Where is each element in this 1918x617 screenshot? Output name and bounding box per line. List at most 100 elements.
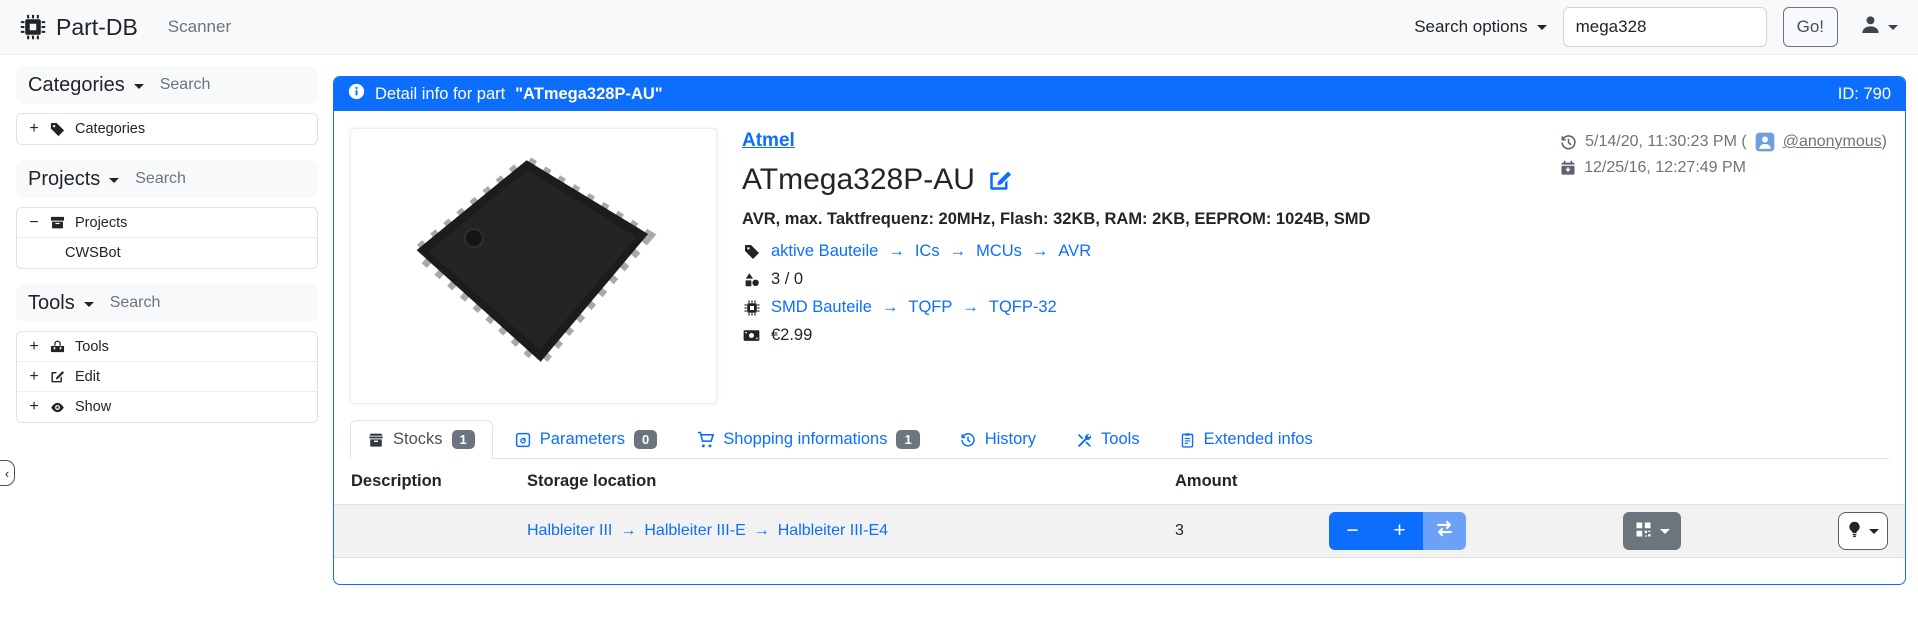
sidebar: Categories + Categories Projects bbox=[16, 66, 318, 438]
tag-icon bbox=[742, 244, 761, 260]
tools-icon bbox=[1076, 432, 1092, 448]
tree-item-show[interactable]: + Show bbox=[17, 392, 317, 422]
toolbox-icon bbox=[50, 339, 65, 354]
storage-location-link[interactable]: Halbleiter III-E4 bbox=[778, 522, 888, 540]
description-lead: AVR, bbox=[742, 210, 780, 228]
footprint-link[interactable]: SMD Bauteile bbox=[771, 298, 872, 317]
tab-shopping-informations[interactable]: Shopping informations 1 bbox=[679, 420, 937, 459]
led-locate-dropdown[interactable] bbox=[1838, 512, 1888, 550]
column-header-amount: Amount bbox=[1175, 472, 1329, 491]
projects-search-input[interactable] bbox=[135, 170, 285, 188]
search-go-button[interactable]: Go! bbox=[1783, 7, 1838, 47]
edit-part-icon[interactable] bbox=[988, 168, 1012, 192]
tree-item-label: Edit bbox=[75, 369, 100, 385]
modified-timestamp: 5/14/20, 11:30:23 PM ( bbox=[1585, 133, 1747, 151]
category-link[interactable]: AVR bbox=[1058, 242, 1091, 261]
category-breadcrumb: aktive Bauteile → ICs → MCUs → AVR bbox=[742, 242, 1370, 261]
tab-tools[interactable]: Tools bbox=[1058, 420, 1158, 459]
tab-stocks[interactable]: Stocks 1 bbox=[350, 420, 493, 459]
chip-photo-graphic bbox=[384, 146, 684, 386]
tools-dropdown[interactable]: Tools bbox=[28, 292, 94, 315]
expand-icon[interactable]: + bbox=[28, 368, 40, 386]
history-icon bbox=[960, 432, 976, 448]
categories-search-input[interactable] bbox=[160, 76, 310, 94]
move-stock-button[interactable] bbox=[1423, 512, 1466, 550]
withdraw-stock-button[interactable]: − bbox=[1329, 512, 1376, 550]
part-detail-header: Detail info for part "ATmega328P-AU" ID:… bbox=[334, 77, 1905, 111]
projects-dropdown[interactable]: Projects bbox=[28, 168, 119, 191]
arrow-icon: → bbox=[754, 522, 770, 540]
tree-item-edit[interactable]: + Edit bbox=[17, 362, 317, 392]
modified-user-link[interactable]: @anonymous bbox=[1783, 133, 1882, 150]
category-link[interactable]: aktive Bauteile bbox=[771, 242, 878, 261]
arrow-icon: → bbox=[962, 298, 979, 317]
tree-item-label: CWSBot bbox=[65, 245, 121, 261]
tree-item-tools[interactable]: + Tools bbox=[17, 332, 317, 362]
microchip-icon bbox=[742, 300, 761, 316]
avatar-icon[interactable] bbox=[1755, 132, 1775, 152]
label-generator-dropdown[interactable] bbox=[1623, 512, 1681, 550]
tab-extended-infos[interactable]: Extended infos bbox=[1162, 420, 1331, 459]
tree-item-label: Show bbox=[75, 399, 111, 415]
sidebar-collapse-handle[interactable]: ‹ bbox=[0, 460, 15, 486]
chevron-down-icon bbox=[84, 302, 94, 307]
arrow-icon: → bbox=[1032, 242, 1049, 261]
category-link[interactable]: ICs bbox=[915, 242, 940, 261]
user-menu-dropdown[interactable] bbox=[1860, 14, 1898, 40]
storage-location-link[interactable]: Halbleiter III-E bbox=[644, 522, 745, 540]
stock-amount: 3 bbox=[1175, 522, 1329, 540]
arrow-icon: → bbox=[950, 242, 967, 261]
storage-location-link[interactable]: Halbleiter III bbox=[527, 522, 612, 540]
parameters-icon bbox=[515, 432, 531, 448]
header-part-name: "ATmega328P-AU" bbox=[515, 85, 662, 104]
part-id: ID: 790 bbox=[1838, 85, 1891, 104]
created-timestamp: 12/25/16, 12:27:49 PM bbox=[1584, 159, 1746, 177]
tree-item-categories[interactable]: + Categories bbox=[17, 114, 317, 144]
part-name-title: ATmega328P-AU bbox=[742, 163, 975, 197]
stock-row: Halbleiter III → Halbleiter III-E → Halb… bbox=[334, 505, 1905, 558]
chevron-down-icon bbox=[1660, 529, 1670, 534]
tab-badge: 1 bbox=[452, 430, 475, 449]
price-line: €2.99 bbox=[742, 326, 1370, 345]
expand-icon[interactable]: + bbox=[28, 120, 40, 138]
category-link[interactable]: MCUs bbox=[976, 242, 1022, 261]
app-brand[interactable]: Part-DB bbox=[20, 14, 138, 41]
plus-icon: + bbox=[1393, 519, 1405, 543]
stock-adjust-group: − + bbox=[1329, 512, 1466, 550]
tab-history[interactable]: History bbox=[942, 420, 1054, 459]
footprint-link[interactable]: TQFP bbox=[908, 298, 952, 317]
tree-item-projects[interactable]: − Projects bbox=[17, 208, 317, 238]
collapse-node-icon[interactable]: − bbox=[28, 214, 40, 232]
lightbulb-icon bbox=[1847, 521, 1862, 541]
nav-link-scanner[interactable]: Scanner bbox=[168, 17, 231, 37]
stock-summary: 3 / 0 bbox=[771, 270, 803, 289]
tag-icon bbox=[50, 122, 65, 137]
chevron-down-icon bbox=[1888, 25, 1898, 30]
storage-location-breadcrumb: Halbleiter III → Halbleiter III-E → Halb… bbox=[527, 522, 1175, 540]
column-header-description: Description bbox=[334, 472, 527, 491]
categories-dropdown[interactable]: Categories bbox=[28, 74, 144, 97]
manufacturer-link[interactable]: Atmel bbox=[742, 130, 795, 151]
tab-parameters[interactable]: Parameters 0 bbox=[497, 420, 676, 459]
part-image[interactable] bbox=[350, 128, 717, 404]
chevron-left-icon: ‹ bbox=[5, 466, 9, 481]
part-meta: 5/14/20, 11:30:23 PM ( @anonymous) 12/25… bbox=[1560, 132, 1887, 184]
tools-search-input[interactable] bbox=[110, 294, 260, 312]
tree-item-label: Tools bbox=[75, 339, 109, 355]
search-options-dropdown[interactable]: Search options bbox=[1414, 17, 1546, 37]
footprint-link[interactable]: TQFP-32 bbox=[989, 298, 1057, 317]
money-bill-icon bbox=[742, 327, 761, 344]
tab-badge: 0 bbox=[634, 430, 657, 449]
chevron-down-icon bbox=[134, 84, 144, 89]
part-tabs: Stocks 1 Parameters 0 Shopping informati… bbox=[350, 420, 1889, 459]
tab-label: Shopping informations bbox=[723, 430, 887, 449]
info-circle-icon bbox=[348, 83, 365, 105]
expand-icon[interactable]: + bbox=[28, 338, 40, 356]
global-search-input[interactable] bbox=[1563, 7, 1767, 47]
stocks-table-header: Description Storage location Amount bbox=[334, 459, 1905, 505]
tree-item-cwsbot[interactable]: CWSBot bbox=[17, 238, 317, 268]
expand-icon[interactable]: + bbox=[28, 398, 40, 416]
qr-grid-icon bbox=[1635, 521, 1652, 541]
add-stock-button[interactable]: + bbox=[1376, 512, 1423, 550]
stock-summary-line: 3 / 0 bbox=[742, 270, 1370, 289]
